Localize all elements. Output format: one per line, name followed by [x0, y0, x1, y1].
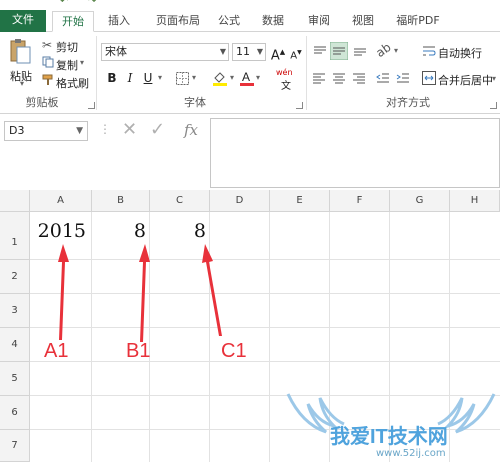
watermark-url: www.52ij.com [376, 448, 446, 459]
arrow-a1 [58, 244, 69, 340]
arrow-c1 [202, 244, 222, 336]
annotation-c1: C1 [221, 340, 247, 362]
arrow-b1 [139, 244, 150, 342]
watermark-text: 我爱IT技术网 [330, 426, 448, 448]
annotation-a1: A1 [44, 340, 69, 362]
annotation-b1: B1 [126, 340, 151, 362]
watermark: 我爱IT技术网 www.52ij.com [282, 390, 500, 462]
